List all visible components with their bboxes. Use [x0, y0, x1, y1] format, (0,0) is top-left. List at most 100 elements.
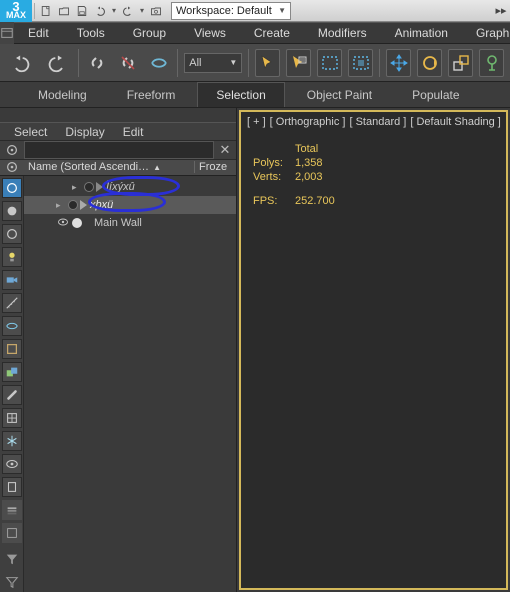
project-icon[interactable] — [147, 2, 165, 20]
move-button[interactable] — [386, 49, 411, 77]
tab-modeling[interactable]: Modeling — [20, 83, 105, 107]
explorer-body: ▸ Ìíxýxû ▸ xþxü — [0, 176, 236, 592]
explorer-menu-display[interactable]: Display — [65, 125, 104, 139]
undo-icon[interactable] — [91, 2, 109, 20]
open-file-icon[interactable] — [55, 2, 73, 20]
viewport-view[interactable]: [ Orthographic ] — [270, 116, 346, 128]
fps-value: 252.700 — [289, 194, 341, 208]
vis-column-icon[interactable] — [0, 160, 24, 174]
object-label[interactable]: xþxü — [90, 199, 113, 211]
viewport-label-bar[interactable]: [ + ] [ Orthographic ] [ Standard ] [ De… — [247, 116, 501, 128]
color-swatch[interactable] — [72, 218, 82, 228]
workspace-selector[interactable]: Workspace: Default ▼ — [171, 2, 291, 20]
polys-value: 1,358 — [289, 156, 341, 170]
explorer-toolbar — [0, 176, 24, 592]
selection-set-icon[interactable] — [2, 523, 22, 543]
lights-filter-icon[interactable] — [2, 247, 22, 267]
tab-object-paint[interactable]: Object Paint — [289, 83, 390, 107]
tab-freeform[interactable]: Freeform — [109, 83, 194, 107]
funnel-config-icon[interactable] — [2, 572, 22, 592]
tree-row[interactable]: ▸ Ìíxýxû — [24, 178, 236, 196]
link-button[interactable] — [85, 49, 110, 77]
undo-history-dropdown[interactable]: ▾ — [109, 2, 119, 20]
xref-filter-icon[interactable] — [2, 408, 22, 428]
verts-label: Verts: — [247, 170, 289, 184]
explorer-search-input[interactable] — [24, 141, 214, 159]
object-geom-icon — [80, 200, 87, 210]
chevron-down-icon: ▼ — [278, 6, 286, 15]
unlink-button[interactable] — [116, 49, 141, 77]
app-logo[interactable]: 3 MAX — [0, 0, 32, 22]
system-filter-icon[interactable] — [2, 477, 22, 497]
tree-row[interactable]: Main Wall — [24, 214, 236, 232]
viewport-menu[interactable]: [ + ] — [247, 116, 266, 128]
viewport-quality[interactable]: [ Standard ] — [349, 116, 406, 128]
rotate-button[interactable] — [417, 49, 442, 77]
menu-create[interactable]: Create — [240, 22, 304, 44]
rect-region-button[interactable] — [317, 49, 342, 77]
undo-button[interactable] — [6, 46, 36, 80]
polys-label: Polys: — [247, 156, 289, 170]
layer-filter-icon[interactable] — [2, 500, 22, 520]
fps-label: FPS: — [247, 194, 289, 208]
clear-search-icon[interactable]: ✕ — [214, 142, 236, 158]
object-label[interactable]: Main Wall — [94, 217, 142, 229]
viewport-stats: Total Polys:1,358 Verts:2,003 FPS:252.70… — [247, 142, 341, 208]
menu-views[interactable]: Views — [180, 22, 240, 44]
ribbon-tabs: Modeling Freeform Selection Object Paint… — [0, 82, 510, 108]
viewport-shading[interactable]: [ Default Shading ] — [410, 116, 501, 128]
redo-button[interactable] — [42, 46, 72, 80]
content-area: Select Display Edit ✕ Name (Sorted Ascen… — [0, 108, 510, 592]
title-bar: 3 MAX ▾ ▾ Workspace: Default ▼ ▸▸ — [0, 0, 510, 22]
tab-selection[interactable]: Selection — [197, 82, 284, 107]
tab-populate[interactable]: Populate — [394, 83, 477, 107]
menu-animation[interactable]: Animation — [381, 22, 462, 44]
eye-icon[interactable] — [56, 216, 70, 231]
select-object-button[interactable] — [255, 49, 280, 77]
shapes-filter-icon[interactable] — [2, 224, 22, 244]
window-crossing-button[interactable] — [348, 49, 373, 77]
scene-tree[interactable]: ▸ Ìíxýxû ▸ xþxü — [24, 176, 236, 592]
spacewarps-filter-icon[interactable] — [2, 316, 22, 336]
color-swatch[interactable] — [84, 182, 94, 192]
placement-button[interactable] — [479, 49, 504, 77]
verts-value: 2,003 — [289, 170, 341, 184]
helpers-filter-icon[interactable] — [2, 293, 22, 313]
new-file-icon[interactable] — [37, 2, 55, 20]
chevron-right-icon[interactable]: ▸▸ — [492, 2, 510, 20]
frozen-filter-icon[interactable] — [2, 431, 22, 451]
menu-edit[interactable]: Edit — [14, 22, 63, 44]
geometry-filter-icon[interactable] — [2, 201, 22, 221]
funnel-filter-icon[interactable] — [2, 549, 22, 569]
bone-filter-icon[interactable] — [2, 385, 22, 405]
display-all-icon[interactable] — [2, 178, 22, 198]
containers-filter-icon[interactable] — [2, 339, 22, 359]
frozen-column[interactable]: Froze — [194, 161, 236, 173]
menu-tools[interactable]: Tools — [63, 22, 119, 44]
scale-button[interactable] — [448, 49, 473, 77]
explorer-menu: Select Display Edit — [0, 122, 236, 140]
view-toggle-icon[interactable] — [0, 143, 24, 157]
menu-group[interactable]: Group — [119, 22, 180, 44]
menu-modifiers[interactable]: Modifiers — [304, 22, 381, 44]
color-swatch[interactable] — [68, 200, 78, 210]
menu-graph[interactable]: Graph — [462, 22, 510, 44]
tree-row[interactable]: ▸ xþxü — [24, 196, 236, 214]
name-column[interactable]: Name (Sorted Ascendi… ▲ — [24, 161, 194, 173]
object-geom-icon — [96, 182, 103, 192]
main-toolbar: All ▼ — [0, 44, 510, 82]
groups-filter-icon[interactable] — [2, 362, 22, 382]
redo-icon[interactable] — [119, 2, 137, 20]
select-by-name-button[interactable] — [286, 49, 311, 77]
cameras-filter-icon[interactable] — [2, 270, 22, 290]
redo-history-dropdown[interactable]: ▾ — [137, 2, 147, 20]
bind-space-warp-button[interactable] — [147, 49, 172, 77]
viewport[interactable]: [ + ] [ Orthographic ] [ Standard ] [ De… — [239, 110, 508, 590]
app-menu-icon[interactable] — [0, 22, 14, 44]
explorer-menu-edit[interactable]: Edit — [123, 125, 144, 139]
selection-filter[interactable]: All ▼ — [184, 53, 242, 73]
object-label[interactable]: Ìíxýxû — [106, 181, 135, 193]
hidden-filter-icon[interactable] — [2, 454, 22, 474]
explorer-menu-select[interactable]: Select — [14, 125, 47, 139]
save-file-icon[interactable] — [73, 2, 91, 20]
